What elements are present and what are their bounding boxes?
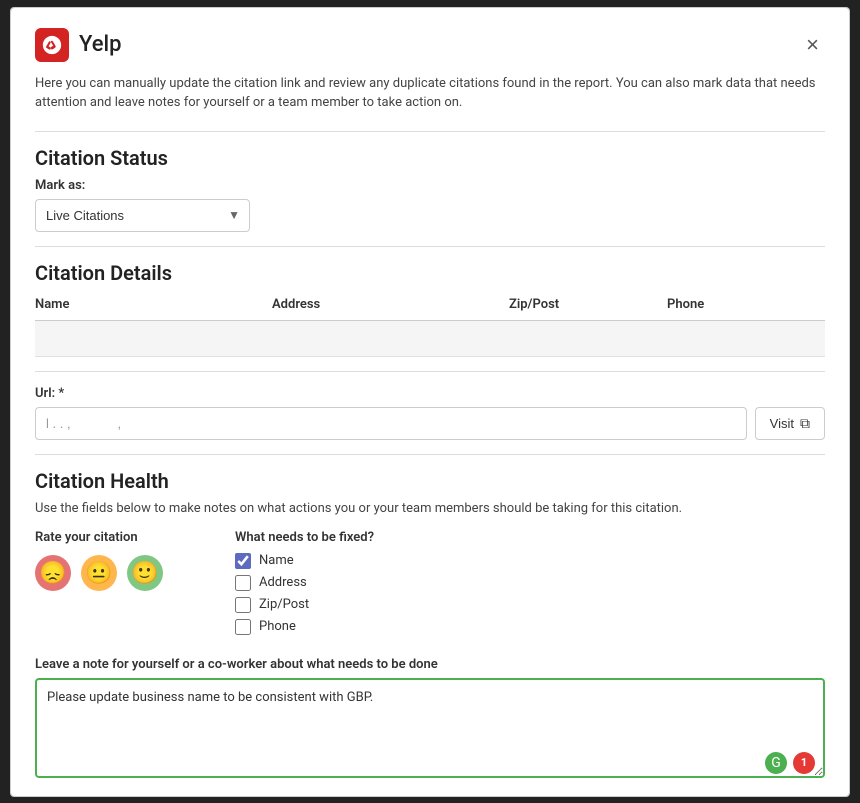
col-address: Address	[272, 293, 509, 316]
fix-label: What needs to be fixed?	[235, 530, 374, 545]
data-name	[35, 321, 272, 356]
notification-count-icon[interactable]: 1	[793, 752, 815, 774]
citation-status-section: Citation Status Mark as: Live Citations …	[35, 146, 825, 232]
note-label: Leave a note for yourself or a co-worker…	[35, 657, 825, 672]
fix-phone-item[interactable]: Phone	[235, 619, 374, 635]
status-divider	[35, 246, 825, 247]
fix-phone-label: Phone	[259, 619, 296, 634]
url-label: Url: *	[35, 386, 825, 401]
rate-section: Rate your citation 😞 😐 🙂	[35, 530, 195, 641]
external-link-icon: ⧉	[800, 415, 810, 432]
rate-label: Rate your citation	[35, 530, 195, 545]
fix-address-checkbox[interactable]	[235, 575, 251, 591]
close-button[interactable]: ×	[800, 32, 825, 58]
modal-overlay: Yelp × Here you can manually update the …	[0, 0, 860, 803]
emoji-neutral-button[interactable]: 😐	[81, 555, 117, 591]
modal-container: Yelp × Here you can manually update the …	[10, 7, 850, 797]
modal-title-area: Yelp	[35, 28, 122, 62]
citation-health-title: Citation Health	[35, 469, 825, 493]
fix-address-label: Address	[259, 575, 307, 590]
modal-description: Here you can manually update the citatio…	[35, 74, 825, 113]
fix-name-label: Name	[259, 553, 294, 568]
emoji-sad-button[interactable]: 😞	[35, 555, 71, 591]
citation-health-section: Citation Health Use the fields below to …	[35, 469, 825, 782]
col-name: Name	[35, 293, 272, 316]
citation-status-title: Citation Status	[35, 146, 825, 170]
note-textarea-wrapper: Please update business name to be consis…	[35, 678, 825, 782]
fix-section: What needs to be fixed? Name Address Zip…	[235, 530, 374, 641]
url-divider	[35, 454, 825, 455]
data-address	[272, 321, 509, 356]
citation-details-title: Citation Details	[35, 261, 825, 285]
url-row: Visit ⧉	[35, 407, 825, 440]
fix-zip-label: Zip/Post	[259, 597, 309, 612]
url-input[interactable]	[35, 407, 747, 440]
grammarly-icon[interactable]: G	[765, 752, 787, 774]
app-name: Yelp	[79, 32, 122, 57]
header-divider	[35, 131, 825, 132]
status-select-wrapper: Live Citations Needs Attention Duplicate…	[35, 199, 250, 232]
col-zip: Zip/Post	[509, 293, 667, 316]
textarea-icons: G 1	[765, 752, 815, 774]
data-zip	[509, 321, 667, 356]
emoji-row: 😞 😐 🙂	[35, 555, 195, 591]
yelp-logo	[35, 28, 69, 62]
emoji-happy-button[interactable]: 🙂	[127, 555, 163, 591]
health-description: Use the fields below to make notes on wh…	[35, 501, 825, 516]
details-divider	[35, 371, 825, 372]
status-select[interactable]: Live Citations Needs Attention Duplicate…	[35, 199, 250, 232]
footer-actions: Update Report Cancel	[35, 796, 825, 797]
visit-label: Visit	[770, 416, 794, 431]
fix-address-item[interactable]: Address	[235, 575, 374, 591]
detail-data-row	[35, 321, 825, 357]
url-section: Url: * Visit ⧉	[35, 386, 825, 440]
citation-details-section: Citation Details Name Address Zip/Post P…	[35, 261, 825, 357]
fix-phone-checkbox[interactable]	[235, 619, 251, 635]
modal-header: Yelp ×	[35, 28, 825, 62]
detail-header-row: Name Address Zip/Post Phone	[35, 293, 825, 321]
note-textarea[interactable]: Please update business name to be consis…	[35, 678, 825, 778]
data-phone	[667, 321, 825, 356]
fix-name-checkbox[interactable]	[235, 553, 251, 569]
visit-button[interactable]: Visit ⧉	[755, 407, 825, 440]
fix-zip-checkbox[interactable]	[235, 597, 251, 613]
fix-zip-item[interactable]: Zip/Post	[235, 597, 374, 613]
note-section: Leave a note for yourself or a co-worker…	[35, 657, 825, 782]
fix-name-item[interactable]: Name	[235, 553, 374, 569]
mark-as-label: Mark as:	[35, 178, 825, 193]
health-columns: Rate your citation 😞 😐 🙂 What needs to b…	[35, 530, 825, 641]
col-phone: Phone	[667, 293, 825, 316]
